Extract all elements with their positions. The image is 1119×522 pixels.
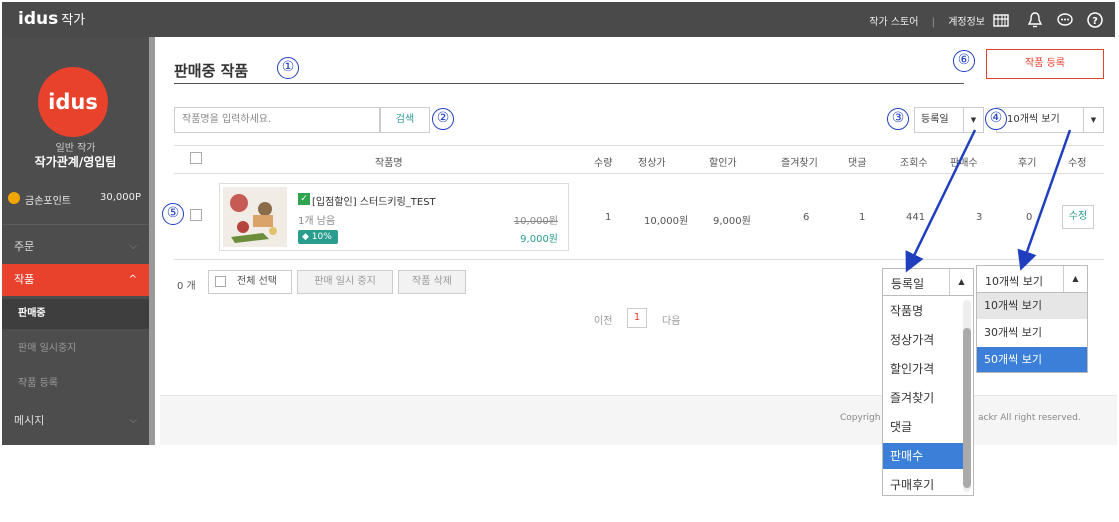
callout-6: ⑥ bbox=[953, 50, 975, 72]
callout-1: ① bbox=[277, 57, 299, 79]
callout-3: ③ bbox=[887, 108, 909, 130]
arrow-to-perpage-dropdown bbox=[1017, 129, 1072, 271]
callout-2: ② bbox=[432, 108, 454, 130]
arrow-to-sort-dropdown bbox=[905, 129, 977, 273]
callout-4: ④ bbox=[985, 108, 1007, 130]
annotation-arrows bbox=[905, 129, 1072, 273]
callout-5: ⑤ bbox=[162, 203, 184, 225]
